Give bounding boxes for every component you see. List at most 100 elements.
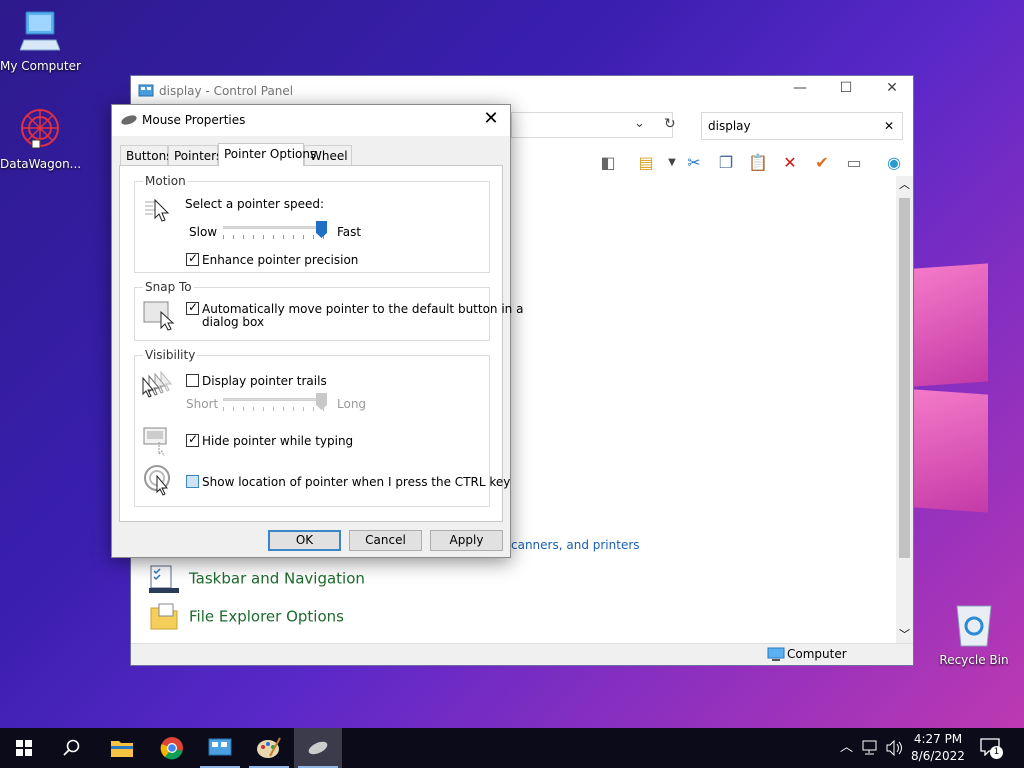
- devices-printers-link[interactable]: canners, and printers: [511, 538, 640, 552]
- trails-long-label: Long: [337, 397, 367, 411]
- globe-icon[interactable]: ◉: [883, 152, 905, 174]
- scrollbar-thumb[interactable]: [899, 198, 910, 558]
- file-explorer-options-link[interactable]: File Explorer Options: [149, 602, 344, 632]
- taskbar-navigation-link[interactable]: Taskbar and Navigation: [149, 564, 365, 594]
- mouse-icon: [121, 115, 137, 125]
- enhance-precision-label[interactable]: Enhance pointer precision: [202, 253, 358, 267]
- desktop-icon-datawagon[interactable]: DataWagon...: [0, 108, 81, 171]
- status-bar: Computer: [131, 643, 913, 665]
- chevron-up-icon[interactable]: ︿: [840, 728, 853, 768]
- clear-search-icon[interactable]: ✕: [884, 119, 894, 133]
- trails-short-label: Short: [186, 397, 219, 411]
- file-explorer-options-label: File Explorer Options: [189, 607, 344, 626]
- cut-icon[interactable]: ✂: [683, 152, 705, 174]
- mouse-properties-taskbar-button[interactable]: [294, 728, 342, 768]
- paint-palette-icon: [257, 737, 281, 758]
- scroll-down-icon[interactable]: ﹀: [899, 626, 910, 642]
- taskbar-clock[interactable]: 4:27 PM 8/6/2022: [906, 731, 970, 765]
- clock-time: 4:27 PM: [913, 732, 963, 746]
- desktop-icon-recycle-bin[interactable]: Recycle Bin: [934, 602, 1014, 667]
- notification-center-button[interactable]: 1: [980, 738, 1008, 760]
- paint-taskbar-button[interactable]: [245, 728, 293, 768]
- tab-pointers[interactable]: Pointers: [168, 145, 222, 165]
- ctrl-locate-checkbox[interactable]: [186, 475, 199, 488]
- desktop-icon-label: My Computer: [0, 59, 81, 73]
- search-button[interactable]: [48, 728, 96, 768]
- scroll-up-icon[interactable]: ︿: [899, 176, 910, 192]
- dialog-title: Mouse Properties: [142, 113, 246, 127]
- pointer-speed-icon: [145, 198, 170, 222]
- delete-icon[interactable]: ✕: [779, 152, 801, 174]
- snap-to-group: Snap To Automatically move pointer to th…: [134, 280, 523, 341]
- pointer-trails-icon: [142, 370, 173, 398]
- pointer-speed-prompt: Select a pointer speed:: [185, 197, 325, 211]
- wallpaper-windows-logo: [914, 258, 1024, 518]
- group-label: Snap To: [143, 280, 194, 294]
- pointer-options-panel: Motion Select a pointer speed: Slow Fast…: [119, 165, 523, 522]
- control-panel-titlebar: display - Control Panel — ☐ ✕: [131, 76, 913, 106]
- snap-to-label-line1[interactable]: Automatically move pointer to the defaul…: [202, 302, 523, 316]
- control-panel-icon: [138, 84, 154, 97]
- control-panel-icon: [208, 738, 232, 756]
- windows-start-icon: [16, 740, 32, 756]
- volume-icon[interactable]: [886, 740, 904, 756]
- dialog-close-button[interactable]: ✕: [480, 108, 502, 129]
- folder-options-icon: [150, 603, 178, 630]
- control-panel-taskbar-button[interactable]: [196, 728, 244, 768]
- paste-icon[interactable]: 📋: [747, 152, 769, 174]
- snap-to-icon: [143, 301, 175, 331]
- chrome-button[interactable]: [148, 728, 196, 768]
- search-box[interactable]: display ✕: [701, 112, 903, 140]
- cancel-button[interactable]: Cancel: [349, 530, 422, 551]
- refresh-icon[interactable]: ↻: [664, 116, 676, 132]
- pointer-speed-slider[interactable]: [223, 221, 327, 241]
- maximize-button[interactable]: ☐: [823, 80, 869, 102]
- taskbar-settings-icon: [149, 565, 179, 593]
- view-options-icon[interactable]: ▤: [635, 152, 657, 174]
- file-explorer-button[interactable]: [98, 728, 146, 768]
- ctrl-locate-label[interactable]: Show location of pointer when I press th…: [202, 475, 510, 489]
- mouse-properties-dialog: Mouse Properties ✕ Buttons Pointers Poin…: [111, 104, 523, 558]
- address-bar[interactable]: ⌄ ↻: [511, 112, 676, 138]
- notification-count-badge: 1: [990, 746, 1003, 759]
- properties-icon[interactable]: ▭: [843, 152, 865, 174]
- chrome-icon: [160, 737, 183, 760]
- chevron-down-icon[interactable]: ▼: [661, 152, 683, 174]
- speed-fast-label: Fast: [337, 225, 362, 239]
- speed-slow-label: Slow: [189, 225, 218, 239]
- status-location: Computer: [787, 647, 847, 661]
- recycle-bin-icon: [956, 605, 992, 647]
- network-icon[interactable]: [862, 740, 880, 756]
- checkmark-icon[interactable]: ✔: [811, 152, 833, 174]
- pointer-trails-slider: [223, 393, 327, 413]
- desktop-icon-label: Recycle Bin: [939, 653, 1009, 667]
- chevron-down-icon[interactable]: ⌄: [634, 116, 645, 131]
- apply-button[interactable]: Apply: [430, 530, 503, 551]
- start-button[interactable]: [0, 728, 48, 768]
- snap-to-label-line2[interactable]: dialog box: [202, 315, 264, 329]
- taskbar: ︿ 4:27 PM 8/6/2022 1: [0, 728, 1024, 768]
- tab-pointer-options[interactable]: Pointer Options: [218, 143, 316, 166]
- ctrl-locate-icon: [144, 465, 170, 496]
- mouse-icon: [308, 741, 328, 755]
- group-label: Visibility: [143, 348, 198, 362]
- search-input[interactable]: display: [708, 119, 751, 133]
- tab-buttons[interactable]: Buttons: [120, 145, 172, 165]
- enhance-precision-checkbox[interactable]: [186, 251, 199, 266]
- preview-pane-icon[interactable]: ◧: [597, 152, 619, 174]
- computer-icon: [767, 647, 785, 661]
- pointer-trails-label[interactable]: Display pointer trails: [202, 374, 327, 388]
- control-panel-title: display - Control Panel: [159, 84, 294, 98]
- motion-group: Motion Select a pointer speed: Slow Fast…: [134, 174, 490, 273]
- hide-pointer-checkbox[interactable]: [186, 432, 199, 447]
- copy-icon[interactable]: ❐: [715, 152, 737, 174]
- ok-button[interactable]: OK: [268, 530, 341, 551]
- snap-to-checkbox[interactable]: [186, 300, 199, 315]
- vertical-scrollbar[interactable]: ︿ ﹀: [896, 176, 913, 644]
- pointer-trails-checkbox[interactable]: [186, 374, 199, 387]
- close-button[interactable]: ✕: [869, 80, 915, 102]
- datawagon-logo-icon: [21, 109, 59, 149]
- minimize-button[interactable]: —: [777, 80, 823, 102]
- desktop-icon-my-computer[interactable]: My Computer: [0, 10, 81, 73]
- hide-pointer-label[interactable]: Hide pointer while typing: [202, 434, 353, 448]
